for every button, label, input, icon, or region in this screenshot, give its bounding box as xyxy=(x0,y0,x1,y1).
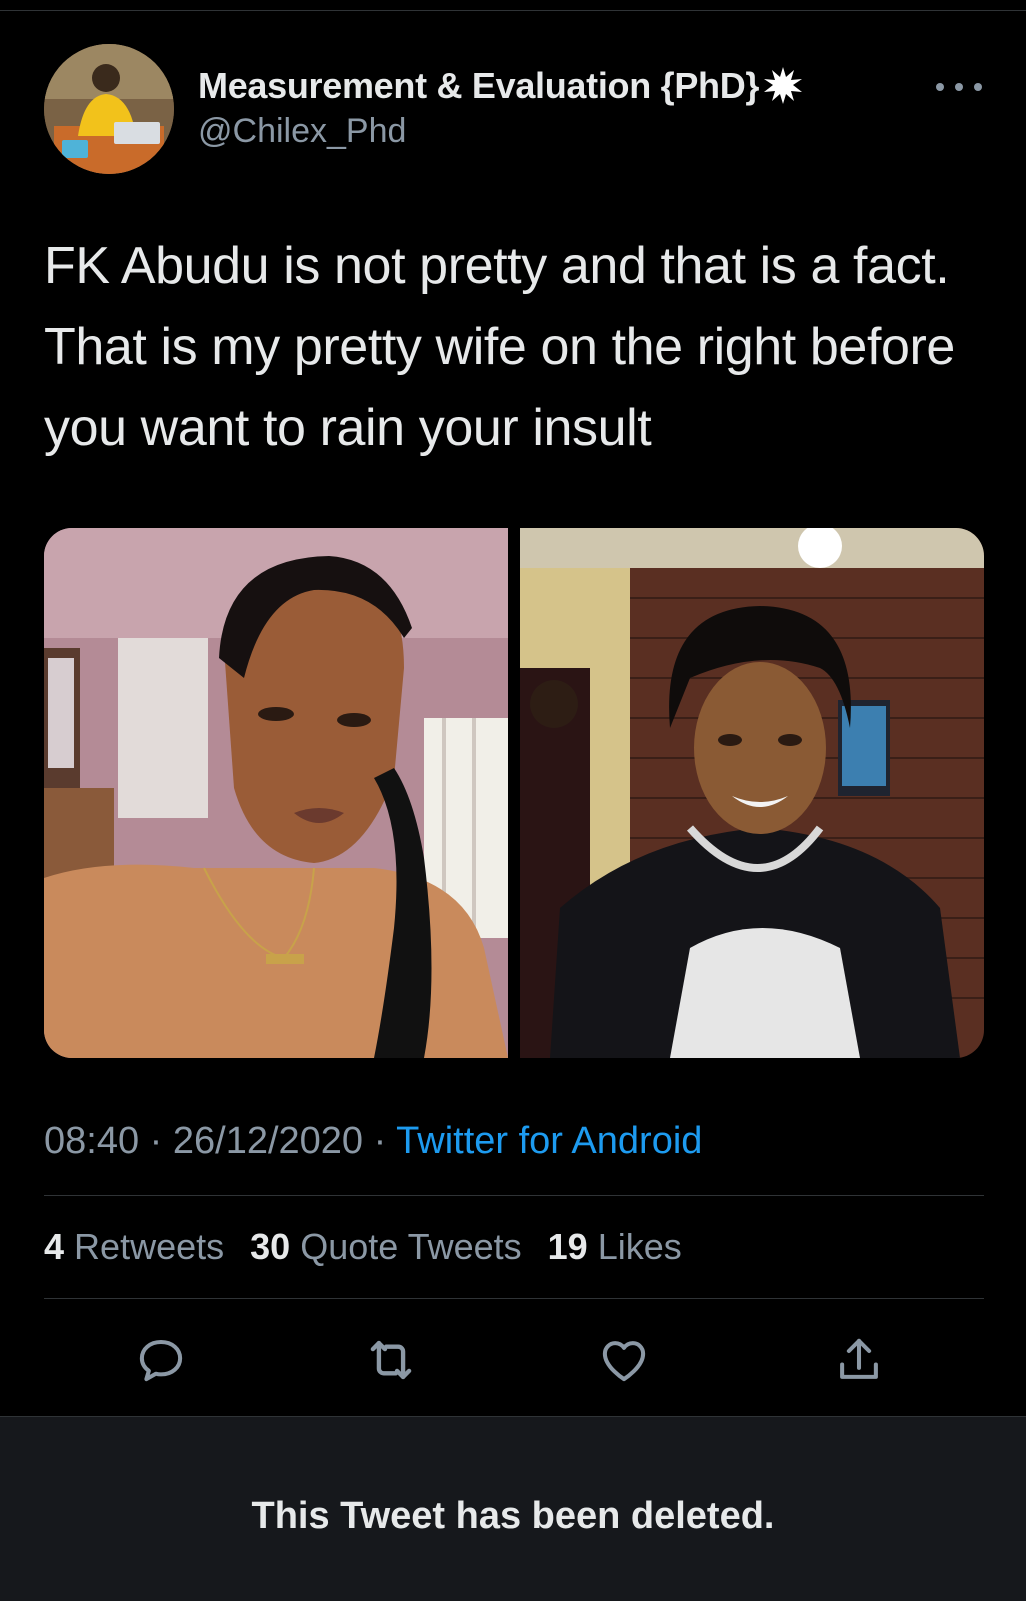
like-button[interactable] xyxy=(594,1330,654,1390)
deleted-tweet-banner: This Tweet has been deleted. xyxy=(0,1416,1026,1601)
share-icon xyxy=(840,1338,878,1379)
burst-icon xyxy=(761,64,805,108)
share-button[interactable] xyxy=(829,1330,889,1390)
divider xyxy=(44,1298,984,1299)
tweet-header: Measurement & Evaluation {PhD} @Chilex_P… xyxy=(44,44,984,174)
media-photo-right[interactable] xyxy=(520,528,984,1058)
more-options-icon[interactable] xyxy=(936,74,982,100)
more-dot xyxy=(974,83,982,91)
likes-label: Likes xyxy=(597,1226,682,1267)
author-name-row: Measurement & Evaluation {PhD} xyxy=(198,64,805,108)
likes-stat[interactable]: 19 Likes xyxy=(548,1226,682,1268)
heart-icon xyxy=(602,1341,646,1382)
author-display-name[interactable]: Measurement & Evaluation {PhD} xyxy=(198,65,759,107)
quote-tweets-label: Quote Tweets xyxy=(300,1226,522,1267)
tweet-date: 26/12/2020 xyxy=(172,1120,364,1162)
author-handle[interactable]: @Chilex_Phd xyxy=(198,112,406,151)
quote-tweets-stat[interactable]: 30 Quote Tweets xyxy=(250,1226,522,1268)
retweets-label: Retweets xyxy=(74,1226,225,1267)
tweet-actions xyxy=(0,1330,1026,1390)
tweet-stats: 4 Retweets 30 Quote Tweets 19 Likes xyxy=(44,1226,682,1268)
more-dot xyxy=(936,83,944,91)
top-divider xyxy=(0,10,1026,11)
retweets-stat[interactable]: 4 Retweets xyxy=(44,1226,224,1268)
tweet-media xyxy=(44,528,984,1058)
media-photo-left[interactable] xyxy=(44,528,508,1058)
more-dot xyxy=(955,83,963,91)
tweet-text: FK Abudu is not pretty and that is a fac… xyxy=(44,237,955,457)
reply-button[interactable] xyxy=(131,1330,191,1390)
retweets-count: 4 xyxy=(44,1226,65,1267)
meta-separator: · xyxy=(373,1120,387,1162)
tweet-source-link[interactable]: Twitter for Android xyxy=(396,1120,702,1162)
tweet-meta: 08:40 · 26/12/2020 · Twitter for Android xyxy=(44,1120,702,1163)
likes-count: 19 xyxy=(547,1226,588,1267)
quote-tweets-count: 30 xyxy=(250,1226,291,1267)
media-gap xyxy=(508,528,520,1058)
deleted-notice: This Tweet has been deleted. xyxy=(251,1495,775,1537)
avatar[interactable] xyxy=(44,44,174,174)
retweet-button[interactable] xyxy=(361,1330,421,1390)
meta-separator: · xyxy=(149,1120,163,1162)
retweet-icon xyxy=(370,1340,412,1380)
divider xyxy=(44,1195,984,1196)
tweet-time: 08:40 xyxy=(44,1120,140,1162)
reply-icon xyxy=(139,1339,183,1382)
